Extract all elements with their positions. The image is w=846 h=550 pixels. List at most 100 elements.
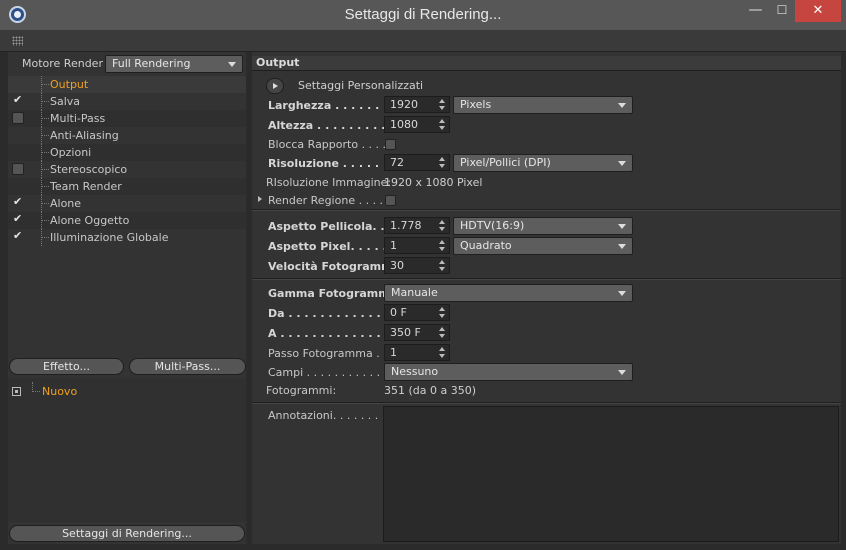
checkmark-icon[interactable]	[12, 212, 24, 226]
to-field[interactable]: 350 F	[384, 324, 450, 341]
resolution-value: 72	[390, 156, 404, 169]
effect-button[interactable]: Effetto...	[9, 358, 124, 375]
to-value: 350 F	[390, 326, 421, 339]
film-aspect-label: Aspetto Pellicola. . . .	[268, 220, 401, 233]
spinner-icon[interactable]	[439, 156, 446, 169]
pixel-aspect-value: 1	[390, 239, 397, 252]
spinner-icon[interactable]	[439, 306, 446, 319]
expand-arrow-icon[interactable]	[258, 196, 262, 202]
preset-label: Nuovo	[42, 385, 78, 398]
left-panel: Motore Render Full Rendering Output Salv…	[8, 52, 246, 544]
tree-item-label: Illuminazione Globale	[50, 231, 169, 244]
resolution-unit-dropdown[interactable]: Pixel/Pollici (DPI)	[453, 154, 633, 172]
spinner-icon[interactable]	[439, 239, 446, 252]
resolution-label: Risoluzione . . . . . . . .	[268, 157, 404, 170]
notes-textarea[interactable]	[383, 406, 839, 542]
chevron-down-icon	[618, 103, 626, 108]
spinner-icon[interactable]	[439, 346, 446, 359]
minimize-button[interactable]: —	[742, 0, 769, 22]
width-unit-dropdown[interactable]: Pixels	[453, 96, 633, 114]
preset-menu-button[interactable]	[266, 78, 284, 94]
section-title: Output	[252, 56, 841, 71]
custom-settings-label: Settaggi Personalizzati	[298, 79, 424, 92]
pixel-aspect-label: Aspetto Pixel. . . . . . .	[268, 240, 403, 253]
width-value: 1920	[390, 98, 418, 111]
chevron-down-icon	[618, 161, 626, 166]
chevron-down-icon	[618, 224, 626, 229]
spinner-icon[interactable]	[439, 118, 446, 131]
height-field[interactable]: 1080	[384, 116, 450, 133]
lock-ratio-label: Blocca Rapporto . . . .	[268, 138, 387, 151]
multipass-button[interactable]: Multi-Pass...	[129, 358, 246, 375]
tree-item-multipass[interactable]: Multi-Pass	[8, 110, 246, 127]
grip-icon[interactable]	[12, 36, 23, 46]
tree-item-label: Alone	[50, 197, 82, 210]
width-field[interactable]: 1920	[384, 96, 450, 113]
from-value: 0 F	[390, 306, 407, 319]
fields-dropdown[interactable]: Nessuno	[384, 363, 633, 381]
tree-item-label: Stereoscopico	[50, 163, 128, 176]
from-field[interactable]: 0 F	[384, 304, 450, 321]
checkmark-icon[interactable]	[12, 195, 24, 209]
tree-item-label: Opzioni	[50, 146, 92, 159]
pixel-aspect-preset: Quadrato	[460, 239, 512, 252]
frames-value: 351 (da 0 a 350)	[384, 384, 477, 397]
pixel-aspect-dropdown[interactable]: Quadrato	[453, 237, 633, 255]
fields-label: Campi . . . . . . . . . . . .	[268, 366, 388, 379]
frame-rate-value: 30	[390, 259, 404, 272]
image-resolution-value: 1920 x 1080 Pixel	[384, 176, 483, 189]
film-aspect-preset: HDTV(16:9)	[460, 219, 525, 232]
checkbox-icon[interactable]	[12, 163, 24, 175]
spinner-icon[interactable]	[439, 219, 446, 232]
pixel-aspect-field[interactable]: 1	[384, 237, 450, 254]
frame-step-label: Passo Fotogramma . .	[268, 347, 387, 360]
close-button[interactable]: ✕	[795, 0, 841, 22]
resolution-unit-value: Pixel/Pollici (DPI)	[460, 156, 551, 169]
spinner-icon[interactable]	[439, 259, 446, 272]
chevron-down-icon	[618, 291, 626, 296]
chevron-down-icon	[618, 244, 626, 249]
toolbar	[0, 30, 846, 52]
tree-item-alone[interactable]: Alone	[8, 195, 246, 212]
tree-item-salva[interactable]: Salva	[8, 93, 246, 110]
tree-item-opzioni[interactable]: Opzioni	[8, 144, 246, 161]
checkmark-icon[interactable]	[12, 229, 24, 243]
tree-item-stereoscopico[interactable]: Stereoscopico	[8, 161, 246, 178]
spinner-icon[interactable]	[439, 98, 446, 111]
tree-item-label: Salva	[50, 95, 81, 108]
divider	[252, 209, 841, 211]
render-engine-dropdown[interactable]: Full Rendering	[105, 55, 243, 73]
film-aspect-field[interactable]: 1.778	[384, 217, 450, 234]
settings-tree: Output Salva Multi-Pass Anti-Aliasing Op…	[8, 76, 246, 246]
render-setting-icon	[12, 387, 21, 396]
height-value: 1080	[390, 118, 418, 131]
tree-item-illuminazione-globale[interactable]: Illuminazione Globale	[8, 229, 246, 246]
lock-ratio-checkbox[interactable]	[385, 139, 396, 150]
frame-rate-field[interactable]: 30	[384, 257, 450, 274]
preset-list: Nuovo	[8, 378, 246, 522]
tree-item-antialiasing[interactable]: Anti-Aliasing	[8, 127, 246, 144]
tree-item-team-render[interactable]: Team Render	[8, 178, 246, 195]
frame-range-dropdown[interactable]: Manuale	[384, 284, 633, 302]
checkmark-icon[interactable]	[12, 93, 24, 107]
checkbox-icon[interactable]	[12, 112, 24, 124]
tree-item-label: Multi-Pass	[50, 112, 106, 125]
fields-value: Nessuno	[391, 365, 439, 378]
spinner-icon[interactable]	[439, 326, 446, 339]
render-engine-value: Full Rendering	[112, 57, 191, 70]
frame-step-field[interactable]: 1	[384, 344, 450, 361]
resolution-field[interactable]: 72	[384, 154, 450, 171]
tree-item-label: Team Render	[50, 180, 122, 193]
film-aspect-dropdown[interactable]: HDTV(16:9)	[453, 217, 633, 235]
frame-rate-label: Velocità Fotogramma	[268, 260, 401, 273]
frame-step-value: 1	[390, 346, 397, 359]
render-engine-row: Motore Render Full Rendering	[8, 52, 246, 76]
tree-item-alone-oggetto[interactable]: Alone Oggetto	[8, 212, 246, 229]
output-panel: Output Settaggi Personalizzati Larghezza…	[252, 52, 841, 544]
film-aspect-value: 1.778	[390, 219, 422, 232]
render-region-checkbox[interactable]	[385, 195, 396, 206]
maximize-button[interactable]: ☐	[769, 0, 795, 22]
render-settings-button[interactable]: Settaggi di Rendering...	[9, 525, 245, 542]
render-region-label: Render Regione . . . .	[268, 194, 384, 207]
tree-item-output[interactable]: Output	[8, 76, 246, 93]
